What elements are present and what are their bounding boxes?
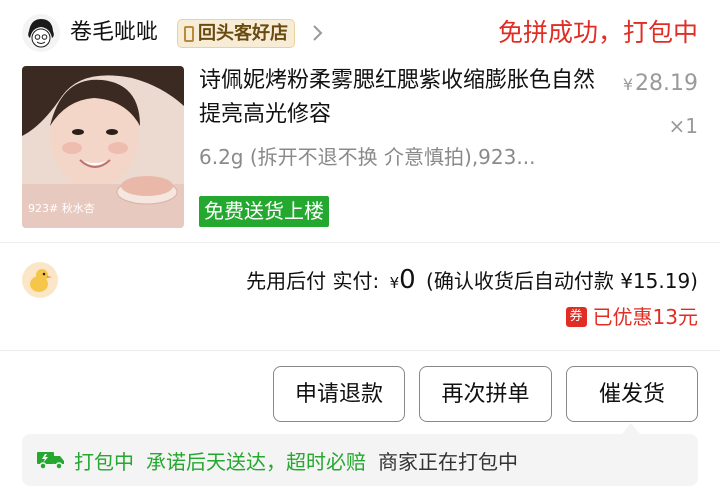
payment-note: (确认收货后自动付款 ¥15.19) xyxy=(426,269,698,293)
payment-summary: 先用后付 实付: ¥0 (确认收货后自动付款 ¥15.19) xyxy=(246,262,698,301)
tag-icon xyxy=(184,25,194,42)
logistics-progress[interactable]: 打包中 承诺后天送达，超时必赔 商家正在打包中 xyxy=(22,434,698,486)
payment-avatar xyxy=(22,262,58,298)
progress-detail: 商家正在打包中 xyxy=(378,449,518,474)
product-image-caption: 923# 秋水杏 xyxy=(28,201,95,215)
product-spec: 6.2g (拆开不退不换 介意慎拍),923... xyxy=(199,145,536,169)
product-quantity: ×1 xyxy=(668,114,698,138)
shop-name[interactable]: 卷毛呲呲 xyxy=(70,18,158,48)
delivery-promise: 承诺后天送达，超时必赔 xyxy=(146,449,366,474)
urge-shipping-button[interactable]: 催发货 xyxy=(566,366,698,422)
shop-badge[interactable]: 回头客好店 xyxy=(177,19,295,48)
paid-currency: ¥ xyxy=(389,274,400,292)
chevron-right-icon[interactable] xyxy=(312,24,324,42)
apply-refund-button[interactable]: 申请退款 xyxy=(273,366,405,422)
payment-label: 先用后付 实付: xyxy=(246,269,380,293)
paid-amount: 0 xyxy=(399,265,416,295)
divider xyxy=(0,350,720,351)
divider xyxy=(0,242,720,243)
price-currency: ¥ xyxy=(622,75,634,94)
progress-status: 打包中 xyxy=(74,449,134,474)
price-value: 28.19 xyxy=(635,71,698,96)
delivery-tag: 免费送货上楼 xyxy=(199,196,329,227)
bubble-pointer xyxy=(622,423,640,434)
shop-badge-label: 回头客好店 xyxy=(198,23,288,44)
discount-text: 已优惠13元 xyxy=(592,305,698,329)
product-title[interactable]: 诗佩妮烤粉柔雾腮红腮紫收缩膨胀色自然提亮高光修容 xyxy=(199,64,599,132)
coupon-icon: 券 xyxy=(565,307,587,327)
regroup-button[interactable]: 再次拼单 xyxy=(419,366,552,422)
order-status: 免拼成功，打包中 xyxy=(497,18,698,47)
discount-row: 券 已优惠13元 xyxy=(565,302,698,332)
delivery-truck-icon xyxy=(37,452,64,470)
product-image[interactable]: 923# 秋水杏 xyxy=(22,66,184,228)
shop-avatar[interactable] xyxy=(22,14,60,52)
shop-header[interactable]: 卷毛呲呲 回头客好店 免拼成功，打包中 xyxy=(0,0,720,66)
product-price: ¥28.19 xyxy=(623,68,698,101)
